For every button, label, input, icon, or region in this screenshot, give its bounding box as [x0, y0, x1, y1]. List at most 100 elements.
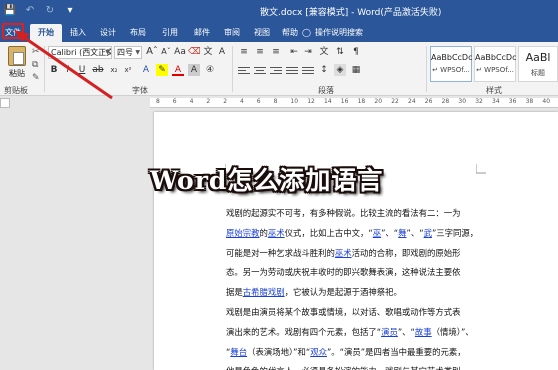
pilcrow-icon[interactable]: ¶: [350, 46, 362, 58]
hyperlink[interactable]: 巫术: [268, 228, 285, 238]
paste-button[interactable]: 粘贴: [6, 46, 28, 79]
format-painter-icon[interactable]: ✎: [32, 73, 40, 83]
paste-label: 粘贴: [9, 69, 25, 78]
text-run: （表演场地）”和“: [247, 346, 311, 357]
ruler-number: 4: [240, 98, 244, 105]
line-spacing-icon[interactable]: ↕: [318, 64, 330, 76]
tab-design[interactable]: 设计: [96, 24, 120, 42]
undo-icon[interactable]: ↶: [24, 4, 36, 16]
distributed-icon[interactable]: [302, 67, 314, 77]
italic-icon[interactable]: I: [62, 64, 74, 76]
tab-review[interactable]: 审阅: [220, 24, 244, 42]
decrease-indent-icon[interactable]: ⇤: [288, 46, 300, 58]
document-line: 演出来的艺术。戏剧有四个元素，包括了“演员”、“故事（情境）”、: [226, 323, 508, 343]
text-effects-icon[interactable]: A: [140, 64, 152, 76]
grow-font-icon[interactable]: Aˆ: [146, 46, 158, 58]
hyperlink[interactable]: 故事: [415, 327, 432, 337]
ruler-number: 38: [525, 98, 534, 105]
strikethrough-icon[interactable]: ab: [92, 64, 104, 76]
tab-layout[interactable]: 布局: [126, 24, 150, 42]
text-run: ”、“: [397, 326, 415, 337]
superscript-icon[interactable]: x²: [122, 64, 134, 76]
text-run: 态。另一为劳动或庆祝丰收时的即兴歌舞表演，这种说法主要依: [226, 267, 461, 278]
text-run: ”、“: [406, 227, 424, 238]
hyperlink[interactable]: 古希腊戏剧: [243, 287, 285, 297]
ruler-number: 12: [307, 98, 315, 105]
bold-icon[interactable]: B: [48, 64, 60, 76]
borders-icon[interactable]: ▦: [350, 64, 362, 76]
text-run: 据是: [226, 287, 243, 298]
font-color-icon[interactable]: A: [172, 64, 184, 76]
tab-home[interactable]: 开始: [30, 24, 62, 42]
bullets-icon[interactable]: ≡: [238, 46, 250, 58]
shrink-font-icon[interactable]: Aˇ: [160, 46, 172, 58]
hyperlink[interactable]: 舞: [398, 228, 406, 238]
char-border-icon[interactable]: A: [216, 46, 228, 58]
phonetic-guide-icon[interactable]: 文: [202, 46, 214, 58]
chevron-down-icon: ▼: [135, 49, 140, 56]
font-name-combo[interactable]: Calibri (西文正文 ▼: [48, 46, 112, 59]
ruler-number: 6: [256, 98, 261, 105]
hyperlink[interactable]: 原始宗教: [226, 228, 260, 238]
highlight-icon[interactable]: ✎: [156, 64, 168, 76]
font-size-combo[interactable]: 四号 ▼: [114, 46, 142, 59]
clipboard-icon: [8, 46, 26, 66]
document-line: 据是古希腊戏剧，它被认为是起源于酒神祭祀。: [226, 283, 508, 303]
horizontal-ruler[interactable]: 8 6 4 2 2 4 6 8 10 12 14 16 18 20 22 24 26 28 30 32 34 36 38 40: [150, 98, 558, 108]
align-right-icon[interactable]: [270, 67, 282, 77]
subscript-icon[interactable]: x₂: [108, 64, 120, 76]
save-icon[interactable]: 💾: [4, 4, 16, 16]
lightbulb-icon: ◯: [302, 28, 311, 37]
tab-selector[interactable]: [0, 98, 10, 108]
redo-icon[interactable]: ↻: [44, 4, 56, 16]
ruler-number: 20: [374, 98, 383, 105]
vertical-ruler: [0, 98, 10, 370]
numbering-icon[interactable]: ≡: [254, 46, 266, 58]
ruler-number: 14: [324, 98, 332, 105]
tell-me-search[interactable]: ◯ 操作说明搜索: [302, 24, 363, 42]
text-run: 他是角色的代言人，必须具备扮演的能力。戏剧与其它艺术类别: [226, 366, 461, 370]
style-heading[interactable]: AaBl 标题: [518, 46, 558, 82]
text-run: ”三字同源，: [431, 227, 479, 238]
clear-format-icon[interactable]: ⌫: [188, 46, 201, 58]
hyperlink[interactable]: 巫术: [335, 248, 352, 258]
enclose-char-icon[interactable]: ④: [204, 64, 216, 76]
sort-icon[interactable]: ⇅: [334, 46, 346, 58]
underline-icon[interactable]: U: [76, 64, 88, 76]
document-page[interactable]: 戏剧的起源实不可考，有多种假说。比较主流的看法有二：一为 原始宗教的巫术仪式，比如…: [154, 112, 558, 370]
tab-insert[interactable]: 插入: [66, 24, 90, 42]
chinese-layout-icon[interactable]: 文: [318, 46, 330, 58]
hyperlink[interactable]: 舞台: [230, 347, 247, 357]
shading-icon[interactable]: ◈: [334, 64, 346, 76]
document-line: 原始宗教的巫术仪式，比如上古中文，“巫”、“舞”、“武”三字同源，: [226, 224, 508, 244]
tab-references[interactable]: 引用: [158, 24, 182, 42]
hyperlink[interactable]: 武: [424, 228, 432, 238]
style-wps-office-1[interactable]: AaBbCcDc ↵ WPSOf...: [430, 46, 472, 82]
style-wps-office-2[interactable]: AaBbCcDc ↵ WPSOf...: [474, 46, 516, 82]
char-shading-icon[interactable]: A: [188, 64, 200, 76]
tab-mailings[interactable]: 邮件: [190, 24, 214, 42]
group-divider: [44, 46, 45, 92]
cut-icon[interactable]: ✂: [32, 47, 40, 57]
hyperlink[interactable]: 巫: [373, 228, 381, 238]
copy-icon[interactable]: ⧉: [32, 60, 38, 70]
tab-view[interactable]: 视图: [250, 24, 274, 42]
ruler-number: 2: [223, 98, 228, 105]
customize-qat-icon[interactable]: ▾: [64, 4, 76, 16]
hyperlink[interactable]: 演员: [381, 327, 398, 337]
align-center-icon[interactable]: [254, 67, 266, 77]
text-run: ，它被认为是起源于酒神祭祀。: [284, 287, 402, 298]
justify-icon[interactable]: [286, 67, 298, 77]
align-left-icon[interactable]: [238, 67, 250, 77]
styles-group-label: 样式: [486, 86, 502, 95]
text-run: 活动的合称，即戏剧的原始形: [351, 247, 461, 258]
multilevel-list-icon[interactable]: ≡: [270, 46, 282, 58]
change-case-icon[interactable]: Aa: [174, 46, 186, 58]
tab-help[interactable]: 帮助: [278, 24, 302, 42]
document-line: 戏剧的起源实不可考，有多种假说。比较主流的看法有二：一为: [226, 204, 508, 224]
document-body[interactable]: 戏剧的起源实不可考，有多种假说。比较主流的看法有二：一为 原始宗教的巫术仪式，比如…: [226, 204, 508, 370]
increase-indent-icon[interactable]: ⇥: [302, 46, 314, 58]
hyperlink[interactable]: 观众: [310, 347, 327, 357]
text-run: 戏剧的起源实不可考，有多种假说。比较主流的看法有二：一为: [226, 208, 461, 218]
font-group-label: 字体: [132, 86, 148, 95]
